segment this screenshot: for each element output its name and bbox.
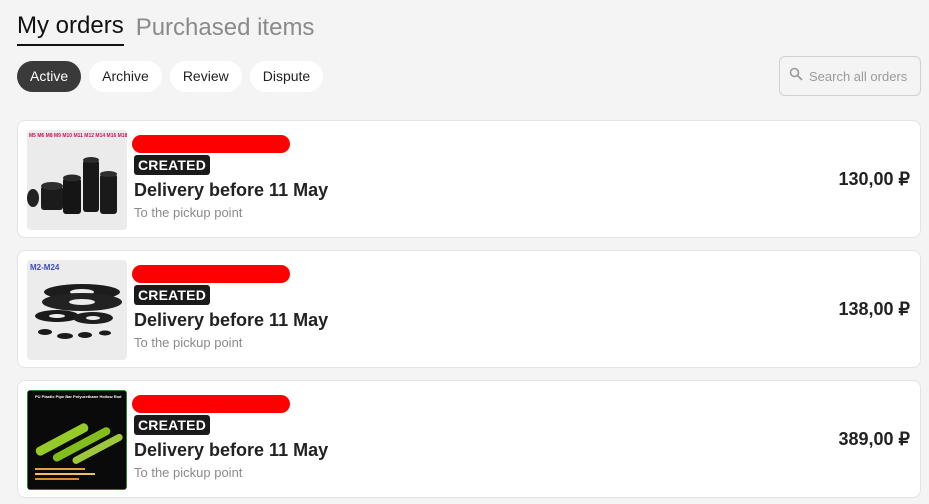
- filter-dispute[interactable]: Dispute: [249, 61, 324, 92]
- filter-active[interactable]: Active: [17, 61, 82, 92]
- redacted-title: [132, 265, 290, 283]
- order-card[interactable]: M5 M6 M8 M9 M10 M11 M12 M14 M16 M18 CREA…: [17, 120, 921, 238]
- order-price: 389,00 ₽: [838, 429, 910, 449]
- search-icon: [789, 67, 803, 86]
- tab-purchased-items[interactable]: Purchased items: [136, 12, 315, 46]
- search-input[interactable]: [809, 68, 919, 84]
- delivery-date: Delivery before 11 May: [134, 180, 329, 200]
- search-box[interactable]: [779, 56, 921, 96]
- order-tabs: My orders Purchased items: [17, 10, 314, 46]
- status-badge: CREATED: [134, 155, 211, 175]
- delivery-method: To the pickup point: [134, 335, 243, 350]
- orders-list: M5 M6 M8 M9 M10 M11 M12 M14 M16 M18 CREA…: [17, 120, 921, 504]
- delivery-date: Delivery before 11 May: [134, 440, 329, 460]
- thumb-size-label: M2-M24: [30, 263, 60, 272]
- redacted-title: [132, 395, 290, 413]
- thumb-size-label: M5 M6 M8 M9 M10 M11 M12 M14 M16 M18: [29, 133, 127, 139]
- filter-review[interactable]: Review: [169, 61, 242, 92]
- status-badge: CREATED: [134, 415, 211, 435]
- tab-my-orders[interactable]: My orders: [17, 10, 124, 46]
- product-image[interactable]: M2-M24: [27, 260, 127, 360]
- delivery-method: To the pickup point: [134, 465, 243, 480]
- filter-archive[interactable]: Archive: [89, 61, 162, 92]
- order-price: 130,00 ₽: [838, 169, 910, 189]
- status-badge: CREATED: [134, 285, 211, 305]
- order-price: 138,00 ₽: [838, 299, 910, 319]
- order-card[interactable]: M2-M24 CREATED Delivery before 11 May To…: [17, 250, 921, 368]
- order-card[interactable]: PU Plastic Pipe Bar Polyurethane Hollow …: [17, 380, 921, 498]
- redacted-title: [132, 135, 290, 153]
- product-image[interactable]: PU Plastic Pipe Bar Polyurethane Hollow …: [27, 390, 127, 490]
- status-filters: Active Archive Review Dispute: [17, 61, 324, 92]
- delivery-date: Delivery before 11 May: [134, 310, 329, 330]
- delivery-method: To the pickup point: [134, 205, 243, 220]
- thumb-size-label: PU Plastic Pipe Bar Polyurethane Hollow …: [35, 394, 122, 399]
- product-image[interactable]: M5 M6 M8 M9 M10 M11 M12 M14 M16 M18: [27, 130, 127, 230]
